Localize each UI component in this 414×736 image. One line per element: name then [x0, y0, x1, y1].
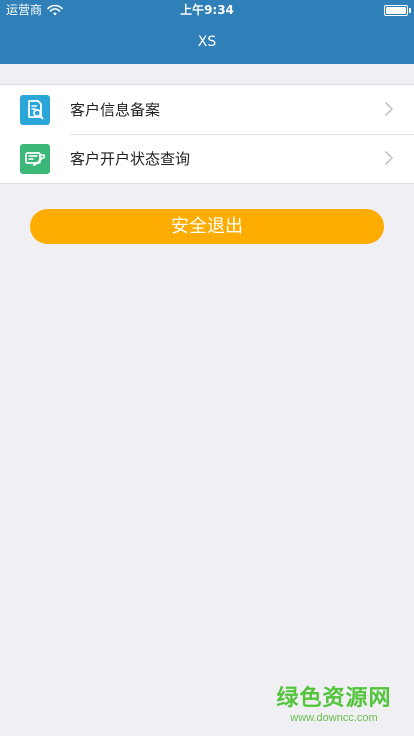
app-screen: 运营商 上午9:34 XS 客户信息备案 客户开户状态查询 安全退出 绿色资源网…: [0, 0, 414, 736]
account-status-query-icon: [20, 144, 50, 174]
chevron-right-icon: [385, 102, 393, 116]
battery-tip: [409, 8, 411, 13]
top-header: 运营商 上午9:34 XS: [0, 0, 414, 64]
page-title: XS: [197, 34, 217, 50]
battery-fill: [386, 7, 406, 14]
watermark-title: 绿色资源网: [276, 686, 392, 711]
watermark-url: www.downcc.com: [290, 712, 378, 724]
logout-button[interactable]: 安全退出: [30, 209, 384, 244]
battery-full-icon: [384, 5, 408, 16]
watermark: 绿色资源网 www.downcc.com: [274, 686, 394, 724]
card-check-icon: [25, 152, 45, 166]
status-bar: 运营商 上午9:34: [0, 0, 414, 20]
menu-list: 客户信息备案 客户开户状态查询: [0, 84, 414, 184]
menu-item-customer-record[interactable]: 客户信息备案: [0, 85, 414, 134]
menu-item-label: 客户信息备案: [70, 100, 161, 119]
chevron-right-icon: [385, 151, 393, 165]
menu-item-account-status[interactable]: 客户开户状态查询: [0, 134, 414, 183]
status-time: 上午9:34: [180, 3, 234, 17]
menu-item-label: 客户开户状态查询: [70, 149, 191, 168]
customer-record-search-icon: [20, 95, 50, 125]
document-search-icon: [28, 100, 44, 120]
